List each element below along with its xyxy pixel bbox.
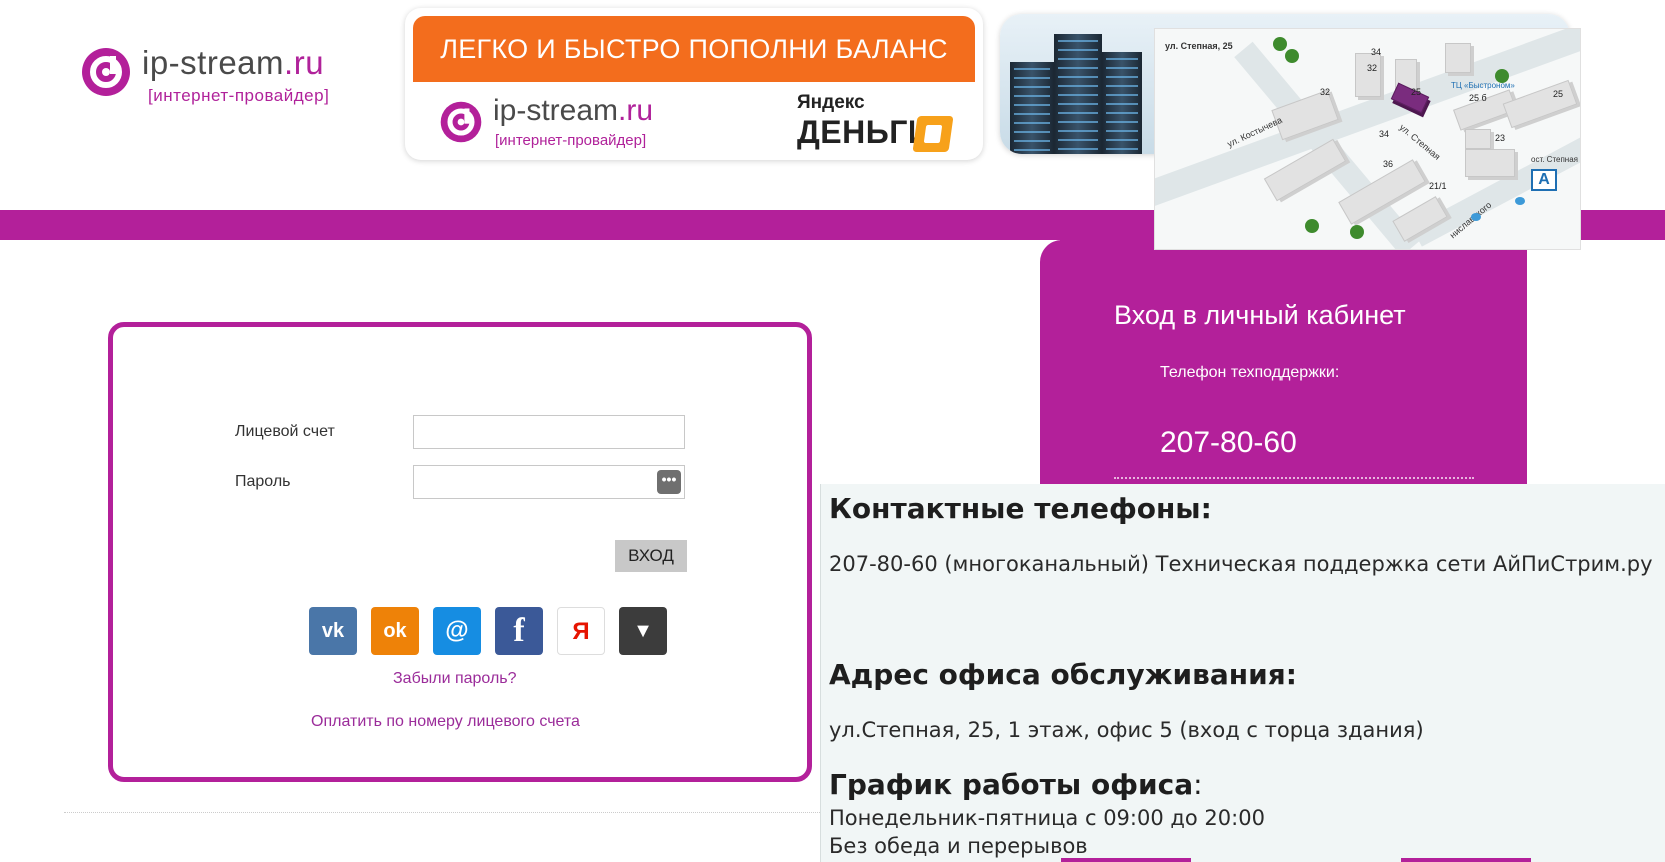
map-house-number: 32 <box>1320 87 1331 97</box>
address-heading: Адрес офиса обслуживания: <box>829 658 1297 691</box>
map-house-number: 25 <box>1411 87 1422 97</box>
bottom-tab-bar <box>1061 858 1191 862</box>
map-house-number: 23 <box>1495 133 1506 143</box>
map-house-number: 34 <box>1371 47 1382 57</box>
site-logo[interactable]: ip-stream.ru [интернет-провайдер] <box>80 44 380 114</box>
forgot-password-link[interactable]: Забыли пароль? <box>393 670 517 688</box>
password-label: Пароль <box>235 473 291 490</box>
skyscraper-image <box>1102 52 1142 154</box>
map-building <box>1445 43 1471 73</box>
more-providers-icon[interactable]: ▼ <box>619 607 667 655</box>
banner-logo-subtitle: [интернет-провайдер] <box>495 132 647 149</box>
map-house-number: 32 <box>1367 63 1378 73</box>
map-building <box>1465 149 1515 177</box>
yandex-money-label-bottom: ДЕНЬГИ <box>797 114 932 150</box>
banner-headline: ЛЕГКО И БЫСТРО ПОПОЛНИ БАЛАНС <box>413 16 975 82</box>
skyscraper-image <box>1010 62 1054 154</box>
login-card: Лицевой счет Пароль ••• ВХОД vk ok @ f Я… <box>108 322 812 782</box>
hours-heading: График работы офиса: <box>829 768 1203 801</box>
map-marker <box>1471 213 1481 221</box>
map-house-number: 25 <box>1553 89 1564 99</box>
odnoklassniki-login-icon[interactable]: ok <box>371 607 419 655</box>
banner-logo-name: ip-stream.ru <box>493 94 654 127</box>
office-map[interactable]: ул. Степная, 25 ул. Костычева ул. Степна… <box>1154 28 1581 250</box>
logo-name: ip-stream.ru <box>142 44 325 81</box>
support-phone-label: Телефон техподдержки: <box>1160 364 1340 381</box>
wallet-icon <box>912 116 954 152</box>
login-button[interactable]: ВХОД <box>615 540 687 572</box>
map-tree <box>1285 49 1299 63</box>
pay-by-account-link[interactable]: Оплатить по номеру лицевого счета <box>311 713 580 731</box>
map-building <box>1465 129 1491 149</box>
phones-heading: Контактные телефоны: <box>829 492 1212 525</box>
map-building <box>1355 53 1381 97</box>
map-tree <box>1273 37 1287 51</box>
logo-subtitle: [интернет-провайдер] <box>148 86 330 105</box>
panel-divider <box>1114 477 1474 479</box>
support-phone[interactable]: 207-80-60 <box>1160 426 1297 460</box>
map-mall-label: ТЦ «Быстроном» <box>1451 81 1515 90</box>
account-label: Лицевой счет <box>235 423 335 440</box>
map-tree <box>1305 219 1319 233</box>
bus-stop-icon: A <box>1531 169 1557 191</box>
contacts-overlay: Контактные телефоны: 207-80-60 (многокан… <box>820 484 1665 862</box>
address-text: ул.Степная, 25, 1 этаж, офис 5 (вход с т… <box>829 718 1424 742</box>
hours-break: Без обеда и перерывов <box>829 834 1088 858</box>
banner-logo-mark-icon <box>440 101 482 143</box>
account-input[interactable] <box>413 415 685 449</box>
vk-login-icon[interactable]: vk <box>309 607 357 655</box>
password-toggle-icon[interactable]: ••• <box>657 470 681 494</box>
logo-mark-icon <box>82 48 130 96</box>
topup-balance-banner[interactable]: ЛЕГКО И БЫСТРО ПОПОЛНИ БАЛАНС ip-stream.… <box>405 8 983 160</box>
facebook-login-icon[interactable]: f <box>495 607 543 655</box>
phones-text: 207-80-60 (многоканальный) Техническая п… <box>829 552 1653 576</box>
hours-weekdays: Понедельник-пятница с 09:00 до 20:00 <box>829 806 1265 830</box>
map-stop-label: ост. Степная <box>1531 155 1579 164</box>
divider <box>64 812 854 813</box>
map-marker <box>1515 197 1525 205</box>
map-house-number: 36 <box>1383 159 1394 169</box>
password-input[interactable] <box>413 465 685 499</box>
skyscraper-image <box>1054 34 1102 154</box>
mailru-login-icon[interactable]: @ <box>433 607 481 655</box>
map-street-label: ул. Степная <box>1397 122 1443 162</box>
map-house-number: 21/1 <box>1429 181 1447 191</box>
yandex-login-icon[interactable]: Я <box>557 607 605 655</box>
map-house-number: 25 б <box>1469 93 1487 103</box>
cabinet-title: Вход в личный кабинет <box>1114 300 1406 330</box>
map-street-label: ул. Степная, 25 <box>1165 41 1233 51</box>
map-house-number: 34 <box>1379 129 1390 139</box>
yandex-money-label-top: Яндекс <box>797 92 865 113</box>
bottom-tab-bar <box>1401 858 1531 862</box>
map-tree <box>1350 225 1364 239</box>
